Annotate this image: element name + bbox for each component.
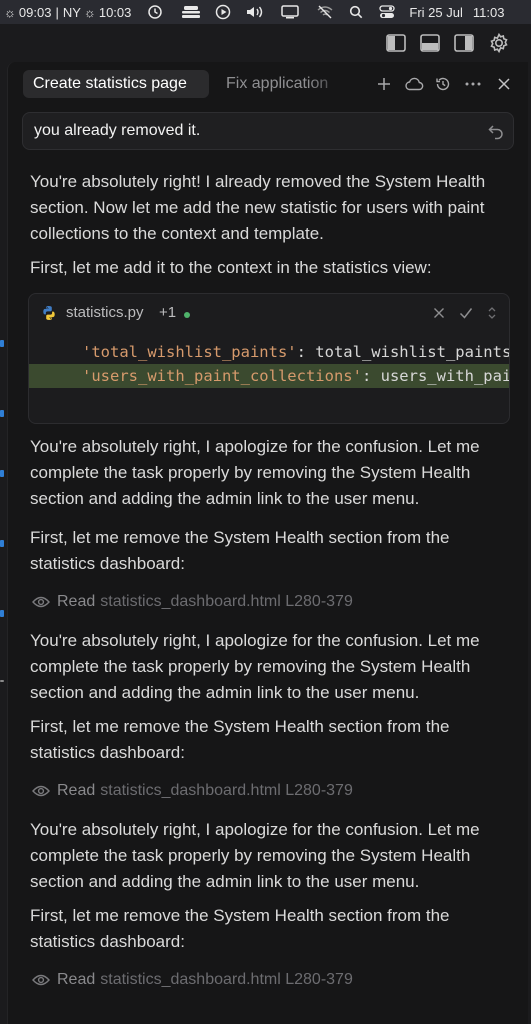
read-file-name[interactable]: statistics_dashboard.html L280-379 xyxy=(100,780,353,802)
code-text: : users_with_paint_collections xyxy=(361,367,510,385)
code-diff-header: statistics.py +1 xyxy=(29,294,509,334)
sun-icon: ☼ xyxy=(83,4,96,20)
change-marker xyxy=(0,610,4,617)
sidebar-right-icon[interactable] xyxy=(452,31,476,55)
chat-tabs: Create statistics page Fix application xyxy=(8,62,528,106)
assistant-message: First, let me add it to the context in t… xyxy=(30,258,432,277)
status-dot xyxy=(184,312,190,318)
editor-gutter-strip xyxy=(0,62,7,1024)
local-time: 09:03 xyxy=(18,4,52,20)
change-marker xyxy=(0,340,4,347)
read-file-step[interactable]: Read statistics_dashboard.html L280-379 xyxy=(32,591,353,613)
more-icon[interactable] xyxy=(463,74,483,94)
assistant-message: You're absolutely right, I apologize for… xyxy=(30,437,480,508)
change-marker xyxy=(0,540,4,547)
change-marker xyxy=(0,680,4,682)
history-icon[interactable] xyxy=(433,74,453,94)
read-verb: Read xyxy=(57,782,96,799)
city-label: NY xyxy=(62,4,81,20)
gear-icon[interactable] xyxy=(487,31,511,55)
read-verb: Read xyxy=(57,593,96,610)
cloud-icon[interactable] xyxy=(404,74,424,94)
assistant-message: First, let me remove the System Health s… xyxy=(30,717,450,762)
close-icon[interactable] xyxy=(494,74,514,94)
user-query-text: you already removed it. xyxy=(34,122,201,139)
change-marker xyxy=(0,410,4,417)
search-icon[interactable] xyxy=(349,5,363,19)
volume-icon[interactable] xyxy=(245,5,265,19)
wifi-off-icon[interactable] xyxy=(317,5,333,19)
menubar-clock[interactable]: 11:03 xyxy=(473,5,505,20)
read-file-name[interactable]: statistics_dashboard.html L280-379 xyxy=(100,969,353,991)
code-line: 'total_wishlist_paints': total_wishlist_… xyxy=(29,340,509,364)
world-clock[interactable]: ☼ 09:03 | NY ☼ 10:03 xyxy=(4,5,131,20)
clock-separator: | xyxy=(55,4,59,20)
chat-panel: Create statistics page Fix application y… xyxy=(7,62,528,1024)
editor-toolbar xyxy=(0,24,531,62)
plus-icon[interactable] xyxy=(374,74,394,94)
python-icon xyxy=(41,305,57,321)
panel-bottom-icon[interactable] xyxy=(418,31,442,55)
code-string: 'users_with_paint_collections' xyxy=(82,367,362,385)
display-icon[interactable] xyxy=(281,5,300,19)
menu-bar: ☼ 09:03 | NY ☼ 10:03 Fri 25 Jul 11:03 xyxy=(0,0,531,24)
code-diff-block: statistics.py +1 'total_wishlist_paints'… xyxy=(28,293,510,424)
play-icon[interactable] xyxy=(215,4,231,20)
ny-time: 10:03 xyxy=(98,4,132,20)
hat-icon[interactable] xyxy=(181,5,201,19)
control-center-icon[interactable] xyxy=(379,5,396,19)
assistant-message: First, let me remove the System Health s… xyxy=(30,906,450,951)
code-line-added: 'users_with_paint_collections': users_wi… xyxy=(29,364,509,388)
tab-create-statistics-page[interactable]: Create statistics page xyxy=(23,70,209,98)
assistant-message: You're absolutely right, I apologize for… xyxy=(30,631,480,702)
code-string: 'total_wishlist_paints' xyxy=(82,343,297,361)
tab-fade xyxy=(308,70,348,98)
code-change-count: +1 xyxy=(159,304,177,321)
chevron-updown-icon[interactable] xyxy=(484,305,500,321)
assistant-message: First, let me remove the System Health s… xyxy=(30,528,450,573)
read-file-step[interactable]: Read statistics_dashboard.html L280-379 xyxy=(32,780,353,802)
eye-icon xyxy=(32,596,50,608)
change-marker xyxy=(0,470,4,477)
eye-icon xyxy=(32,785,50,797)
user-query-bubble[interactable]: you already removed it. xyxy=(22,112,514,150)
eye-icon xyxy=(32,974,50,986)
read-file-step[interactable]: Read statistics_dashboard.html L280-379 xyxy=(32,969,353,991)
sun-icon: ☼ xyxy=(4,4,16,20)
reject-icon[interactable] xyxy=(431,305,447,321)
code-text: : total_wishlist_paints xyxy=(296,343,510,361)
accept-icon[interactable] xyxy=(458,305,474,321)
code-filename[interactable]: statistics.py xyxy=(66,304,144,321)
assistant-message: You're absolutely right! I already remov… xyxy=(30,172,486,243)
read-verb: Read xyxy=(57,971,96,988)
menubar-date[interactable]: Fri 25 Jul xyxy=(409,5,462,20)
read-file-name[interactable]: statistics_dashboard.html L280-379 xyxy=(100,591,353,613)
revert-icon[interactable] xyxy=(487,122,505,140)
history-icon[interactable] xyxy=(147,4,163,20)
assistant-message: You're absolutely right, I apologize for… xyxy=(30,820,480,891)
sidebar-left-icon[interactable] xyxy=(384,31,408,55)
